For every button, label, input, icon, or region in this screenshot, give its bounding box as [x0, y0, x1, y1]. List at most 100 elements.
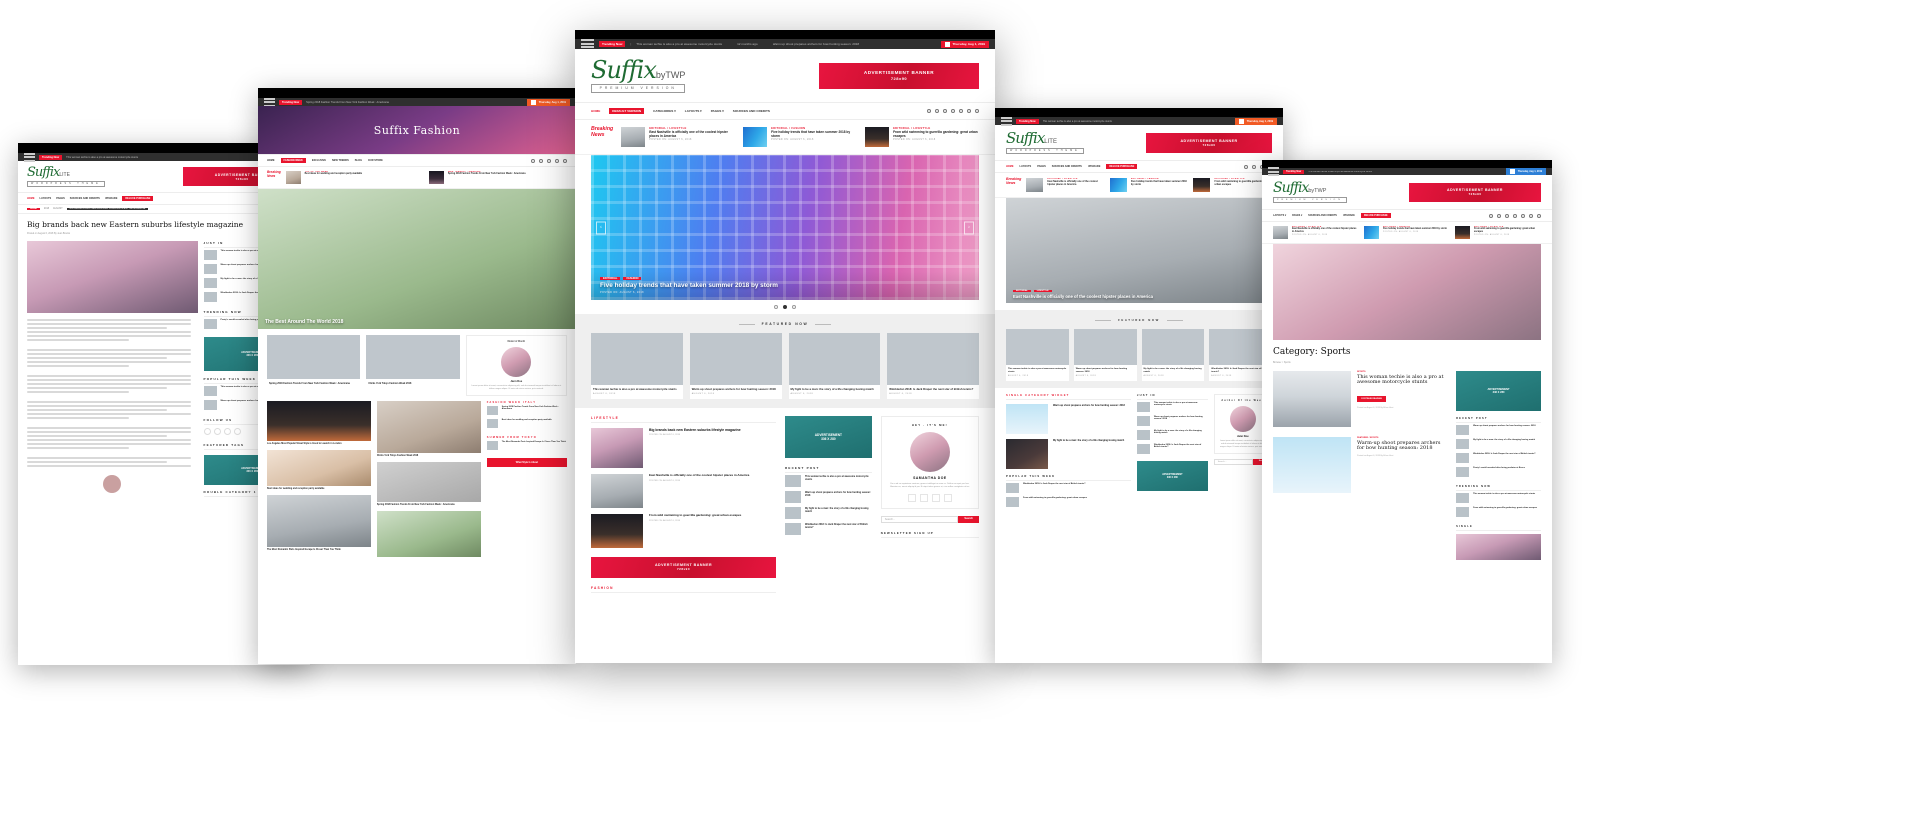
menu-icon[interactable]: [1001, 116, 1012, 126]
nav-blog[interactable]: BLOG: [355, 159, 362, 162]
card-title[interactable]: Best ideas for wedding and reception par…: [267, 486, 371, 490]
list-item[interactable]: Wimbledon 2018: Is Jack Draper the next …: [785, 521, 872, 537]
breaking-item[interactable]: TOP OF THE WEEK Best ideas for wedding a…: [285, 171, 424, 184]
social-links[interactable]: [927, 109, 979, 114]
hero-prev-button[interactable]: ‹: [596, 221, 606, 235]
hero-tag[interactable]: LIFESTYLE: [1033, 290, 1052, 293]
card[interactable]: This woman techie is also a pro at aweso…: [1006, 329, 1069, 381]
hero-tag[interactable]: EDITORIAL: [1013, 290, 1031, 293]
card[interactable]: Spring 2018 Fashion Trends From New York…: [267, 335, 361, 396]
breaking-item[interactable]: NEW TRENDS / TRENDING Spring 2018 Fashio…: [428, 171, 567, 184]
card-title[interactable]: The Most Romantic Paris Inspired Escape …: [267, 547, 371, 551]
breadcrumb-month[interactable]: AUGUST: [53, 208, 63, 210]
post-title[interactable]: This woman techie is also a pro at aweso…: [1357, 374, 1449, 387]
fashion-hero[interactable]: The Best Around The World 2018: [258, 189, 576, 329]
site-logo[interactable]: SuffixbyTWP PREMIUM VERSION: [591, 58, 686, 94]
search-input[interactable]: Search...: [880, 516, 959, 524]
nav-our-store[interactable]: OUR STORE: [368, 159, 383, 162]
breadcrumb-home[interactable]: HOME: [27, 208, 40, 211]
nav-pages[interactable]: PAGES ▾: [711, 109, 724, 113]
search-input[interactable]: Search...: [1213, 459, 1253, 466]
ad-banner[interactable]: ADVERTISEMENT BANNER 728x90: [819, 62, 979, 89]
post-title[interactable]: Warm-up shoot prepares archers for bow h…: [1357, 440, 1449, 453]
list-item[interactable]: Wimbledon 2018: Is Jack Draper the next …: [1136, 442, 1208, 456]
nav-deluxe-purchase[interactable]: DELUXE PURCHASE: [1360, 213, 1391, 219]
nav-sources-credits[interactable]: SOURCES AND CREDITS: [70, 197, 100, 200]
post-title[interactable]: East Nashville is officially one of the …: [649, 473, 749, 478]
breaking-item[interactable]: EDITORIAL / LIFESTYLE East Nashville is …: [1026, 178, 1105, 193]
hero-pagination[interactable]: [591, 300, 979, 314]
social-links[interactable]: [1489, 213, 1541, 218]
hero-next-button[interactable]: ›: [964, 221, 974, 235]
ad-sidebar[interactable]: ADVERTISEMENT 336 X 280: [785, 415, 872, 458]
post-category[interactable]: FEATURED / SPORTS: [1357, 437, 1449, 439]
menu-icon[interactable]: [581, 39, 594, 49]
site-logo[interactable]: SuffixLITE WORDPRESS THEME: [27, 166, 105, 188]
breadcrumb-year[interactable]: 2018: [44, 208, 49, 210]
screenshot-fashion-home[interactable]: Trending Now Spring 2018 Fashion Trends …: [258, 88, 576, 664]
card-title[interactable]: Spring 2018 Fashion Trends From New York…: [377, 502, 481, 506]
nav-layouts[interactable]: LAYOUTS ▾: [685, 109, 702, 113]
author-social-links[interactable]: [887, 494, 973, 503]
nav-home[interactable]: HOME: [27, 197, 35, 200]
screenshot-premium-home[interactable]: Trending Now | This woman techie is also…: [575, 30, 995, 663]
nav-sources-credits[interactable]: SOURCES AND CREDITS: [733, 109, 770, 113]
list-item[interactable]: My fight to be a man: the story of a lif…: [785, 505, 872, 521]
breaking-item[interactable]: EDITORIAL / LIFESTYLE East Nashville is …: [1273, 226, 1359, 240]
site-logo[interactable]: SuffixbyTWP PREMIUM VERSION: [1273, 181, 1347, 204]
nav-deluxe-purchase[interactable]: DELUXE PURCHASE: [122, 196, 154, 202]
list-item[interactable]: Spring 2018 Fashion Trends From New York…: [486, 404, 567, 417]
list-item[interactable]: This woman techie is also a pro at aweso…: [1456, 491, 1541, 505]
breaking-item[interactable]: EDITORIAL / LIFESTYLE East Nashville is …: [621, 127, 735, 148]
ad-banner-inline[interactable]: ADVERTISEMENT BANNER 728x90: [591, 556, 776, 578]
nav-pages[interactable]: PAGES: [56, 197, 65, 200]
card[interactable]: Warm up shoot prepares archers for bow h…: [689, 333, 782, 399]
menu-icon[interactable]: [24, 152, 35, 162]
post-title[interactable]: Warm up shoot prepares archers for bow h…: [1053, 404, 1125, 407]
card[interactable]: Warm up shoot prepares archers for bow h…: [1073, 329, 1137, 381]
nav-pages[interactable]: PAGES: [1037, 165, 1046, 168]
nav-layouts[interactable]: LAYOUTS ▾: [1273, 214, 1286, 217]
post-title[interactable]: My fight to be a man: the story of a lif…: [1053, 439, 1124, 442]
list-item[interactable]: This woman techie is also a pro at aweso…: [1136, 400, 1208, 414]
hero-slider[interactable]: EDITORIAL LIFESTYLE East Nashville is of…: [1006, 198, 1272, 304]
ad-banner[interactable]: ADVERTISEMENT BANNER 728x90: [1146, 132, 1272, 153]
menu-icon[interactable]: [1268, 167, 1279, 176]
breaking-item[interactable]: EDITORIAL / LIFESTYLE From wild swimming…: [1455, 226, 1541, 240]
list-item[interactable]: Warm up shoot prepares archers for bow h…: [785, 489, 872, 505]
hero-slider[interactable]: ‹ › EDITORIAL FASHION Five holiday trend…: [591, 155, 979, 301]
nav-sources-credits[interactable]: SOURCES AND CREDITS: [1052, 165, 1082, 168]
nav-default-version[interactable]: DEFAULT VERSION: [609, 108, 645, 115]
card[interactable]: My fight to be a man: the story of a lif…: [1141, 329, 1205, 381]
breaking-item[interactable]: EDITORIAL / LIFESTYLE From wild swimming…: [865, 127, 979, 148]
list-item[interactable]: My fight to be a man: the story of a lif…: [1456, 437, 1541, 451]
ad-sidebar[interactable]: ADVERTISEMENT 336 X 280: [1136, 460, 1208, 491]
hero-tag[interactable]: FASHION: [623, 276, 642, 280]
ad-banner[interactable]: ADVERTISEMENT BANNER 728x90: [1409, 182, 1541, 202]
list-item[interactable]: This woman techie is also a pro at aweso…: [785, 473, 872, 489]
nav-upgrade[interactable]: UPGRADE: [105, 197, 118, 200]
breaking-item[interactable]: EDITORIAL / FASHION Five holiday trends …: [1109, 178, 1189, 193]
card[interactable]: Wimbledon 2018: Is Jack Draper the next …: [887, 333, 979, 399]
card-title[interactable]: Los Angeles Most Popular Street Style is…: [267, 441, 371, 445]
nav-home[interactable]: HOME: [267, 159, 275, 162]
nav-upgrade[interactable]: UPGRADE: [1343, 214, 1355, 217]
list-item[interactable]: Wimbledon 2018: Is Jack Draper the next …: [1006, 481, 1131, 495]
nav-deluxe-purchase[interactable]: DELUXE PURCHASE: [1106, 164, 1138, 170]
list-item[interactable]: Wimbledon 2018: Is Jack Draper the next …: [1456, 451, 1541, 465]
post-category[interactable]: SPORTS: [1357, 371, 1449, 373]
list-item[interactable]: Best ideas for wedding and reception par…: [486, 417, 567, 430]
model-of-month-card[interactable]: Model of Month Jann Doe Lorem ipsum dolo…: [465, 335, 567, 396]
site-logo[interactable]: SuffixLITE WORDPRESS THEME: [1006, 131, 1084, 155]
nav-categories[interactable]: CATEGORIES ▾: [653, 109, 676, 113]
nav-new-trends[interactable]: NEW TRENDS: [332, 159, 349, 162]
nav-fashion-week[interactable]: FASHION WEEK: [280, 158, 306, 163]
social-links[interactable]: [531, 158, 567, 163]
screenshot-lite-home[interactable]: Trending Now This woman techie is also a…: [995, 108, 1283, 663]
list-item[interactable]: My fight to be a man: the story of a lif…: [1136, 428, 1208, 442]
card-title[interactable]: Clicks York Tokyo Fashion Week 2018: [377, 453, 481, 457]
list-item[interactable]: From wild swimming to guerrilla gardenin…: [1456, 505, 1541, 519]
nav-pages[interactable]: PAGES ▾: [1292, 214, 1302, 217]
post-title[interactable]: From wild swimming to guerrilla gardenin…: [649, 513, 741, 518]
nav-layouts[interactable]: LAYOUTS: [40, 197, 52, 200]
